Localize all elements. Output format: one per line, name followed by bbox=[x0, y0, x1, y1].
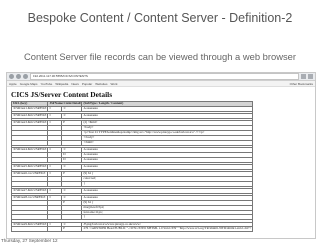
cell-url bbox=[10, 226, 49, 233]
bookmark-item[interactable]: Popular bbox=[82, 82, 92, 86]
bookmark-item[interactable]: YouTube bbox=[41, 82, 53, 86]
cell-url: /USR/test9.htm USRFILE bbox=[10, 221, 49, 228]
forward-icon[interactable] bbox=[16, 74, 21, 79]
back-icon[interactable] bbox=[9, 74, 14, 79]
browser-window: 192.2011.117.30:5555/CICS/CONTENTS Apple… bbox=[6, 72, 316, 239]
cell-url: /USR/test3.htm USRFILE bbox=[10, 120, 49, 126]
footer-date: Thursday, 27 September 12 bbox=[1, 238, 58, 243]
slide-title: Bespoke Content / Content Server - Defin… bbox=[27, 11, 293, 25]
other-bookmarks[interactable]: Other Bookmarks bbox=[290, 82, 313, 86]
browser-toolbar: 192.2011.117.30:5555/CICS/CONTENTS bbox=[7, 73, 315, 81]
cell-url: /USR/test8.css USRFILE bbox=[10, 194, 49, 201]
page-content: CICS JS/Server Content Details URL (key)… bbox=[7, 87, 315, 233]
cell-flag: P bbox=[61, 226, 83, 233]
cell-url: /USR/test7.htm USRFILE bbox=[10, 187, 49, 194]
bookmark-star-icon[interactable] bbox=[301, 74, 306, 79]
bookmark-item[interactable]: Apple bbox=[9, 82, 17, 86]
reload-icon[interactable] bbox=[23, 74, 28, 79]
cell-content: 276 </ADSTOPR Head PUBLIC "-//W3C//DTD X… bbox=[81, 226, 254, 233]
cell-url: /USR/test4.htm USRFILE bbox=[10, 146, 49, 153]
bookmark-item[interactable]: Wikipedia bbox=[55, 82, 68, 86]
bookmark-item[interactable]: Google Maps bbox=[20, 82, 38, 86]
slide-subtitle: Content Server file records can be viewe… bbox=[23, 51, 297, 62]
cell-type bbox=[47, 226, 63, 233]
cell-url: /USR/test6.css USRFILE bbox=[10, 170, 49, 177]
cell-url: /USR/test1.htm USRFILE bbox=[10, 105, 49, 112]
page-heading: CICS JS/Server Content Details bbox=[11, 90, 113, 99]
table-row: P 276 </ADSTOPR Head PUBLIC "-//W3C//DTD … bbox=[10, 226, 254, 233]
address-bar[interactable]: 192.2011.117.30:5555/CICS/CONTENTS bbox=[30, 73, 299, 80]
bookmark-item[interactable]: Websites bbox=[95, 82, 107, 86]
settings-icon[interactable] bbox=[308, 74, 313, 79]
cell-url: /USR/test5.htm USRFILE bbox=[10, 163, 49, 170]
table-body: /USR/test1.htm USRFILE I Ɔ A aaaaaaaa/USR/t… bbox=[10, 105, 254, 233]
bookmark-item[interactable]: News bbox=[71, 82, 79, 86]
bookmark-item[interactable]: Work bbox=[111, 82, 118, 86]
cell-url: /USR/test2.htm USRFILE bbox=[10, 113, 49, 119]
content-table: URL (key) JSFName Cntnt Detail (SubType … bbox=[10, 101, 254, 233]
